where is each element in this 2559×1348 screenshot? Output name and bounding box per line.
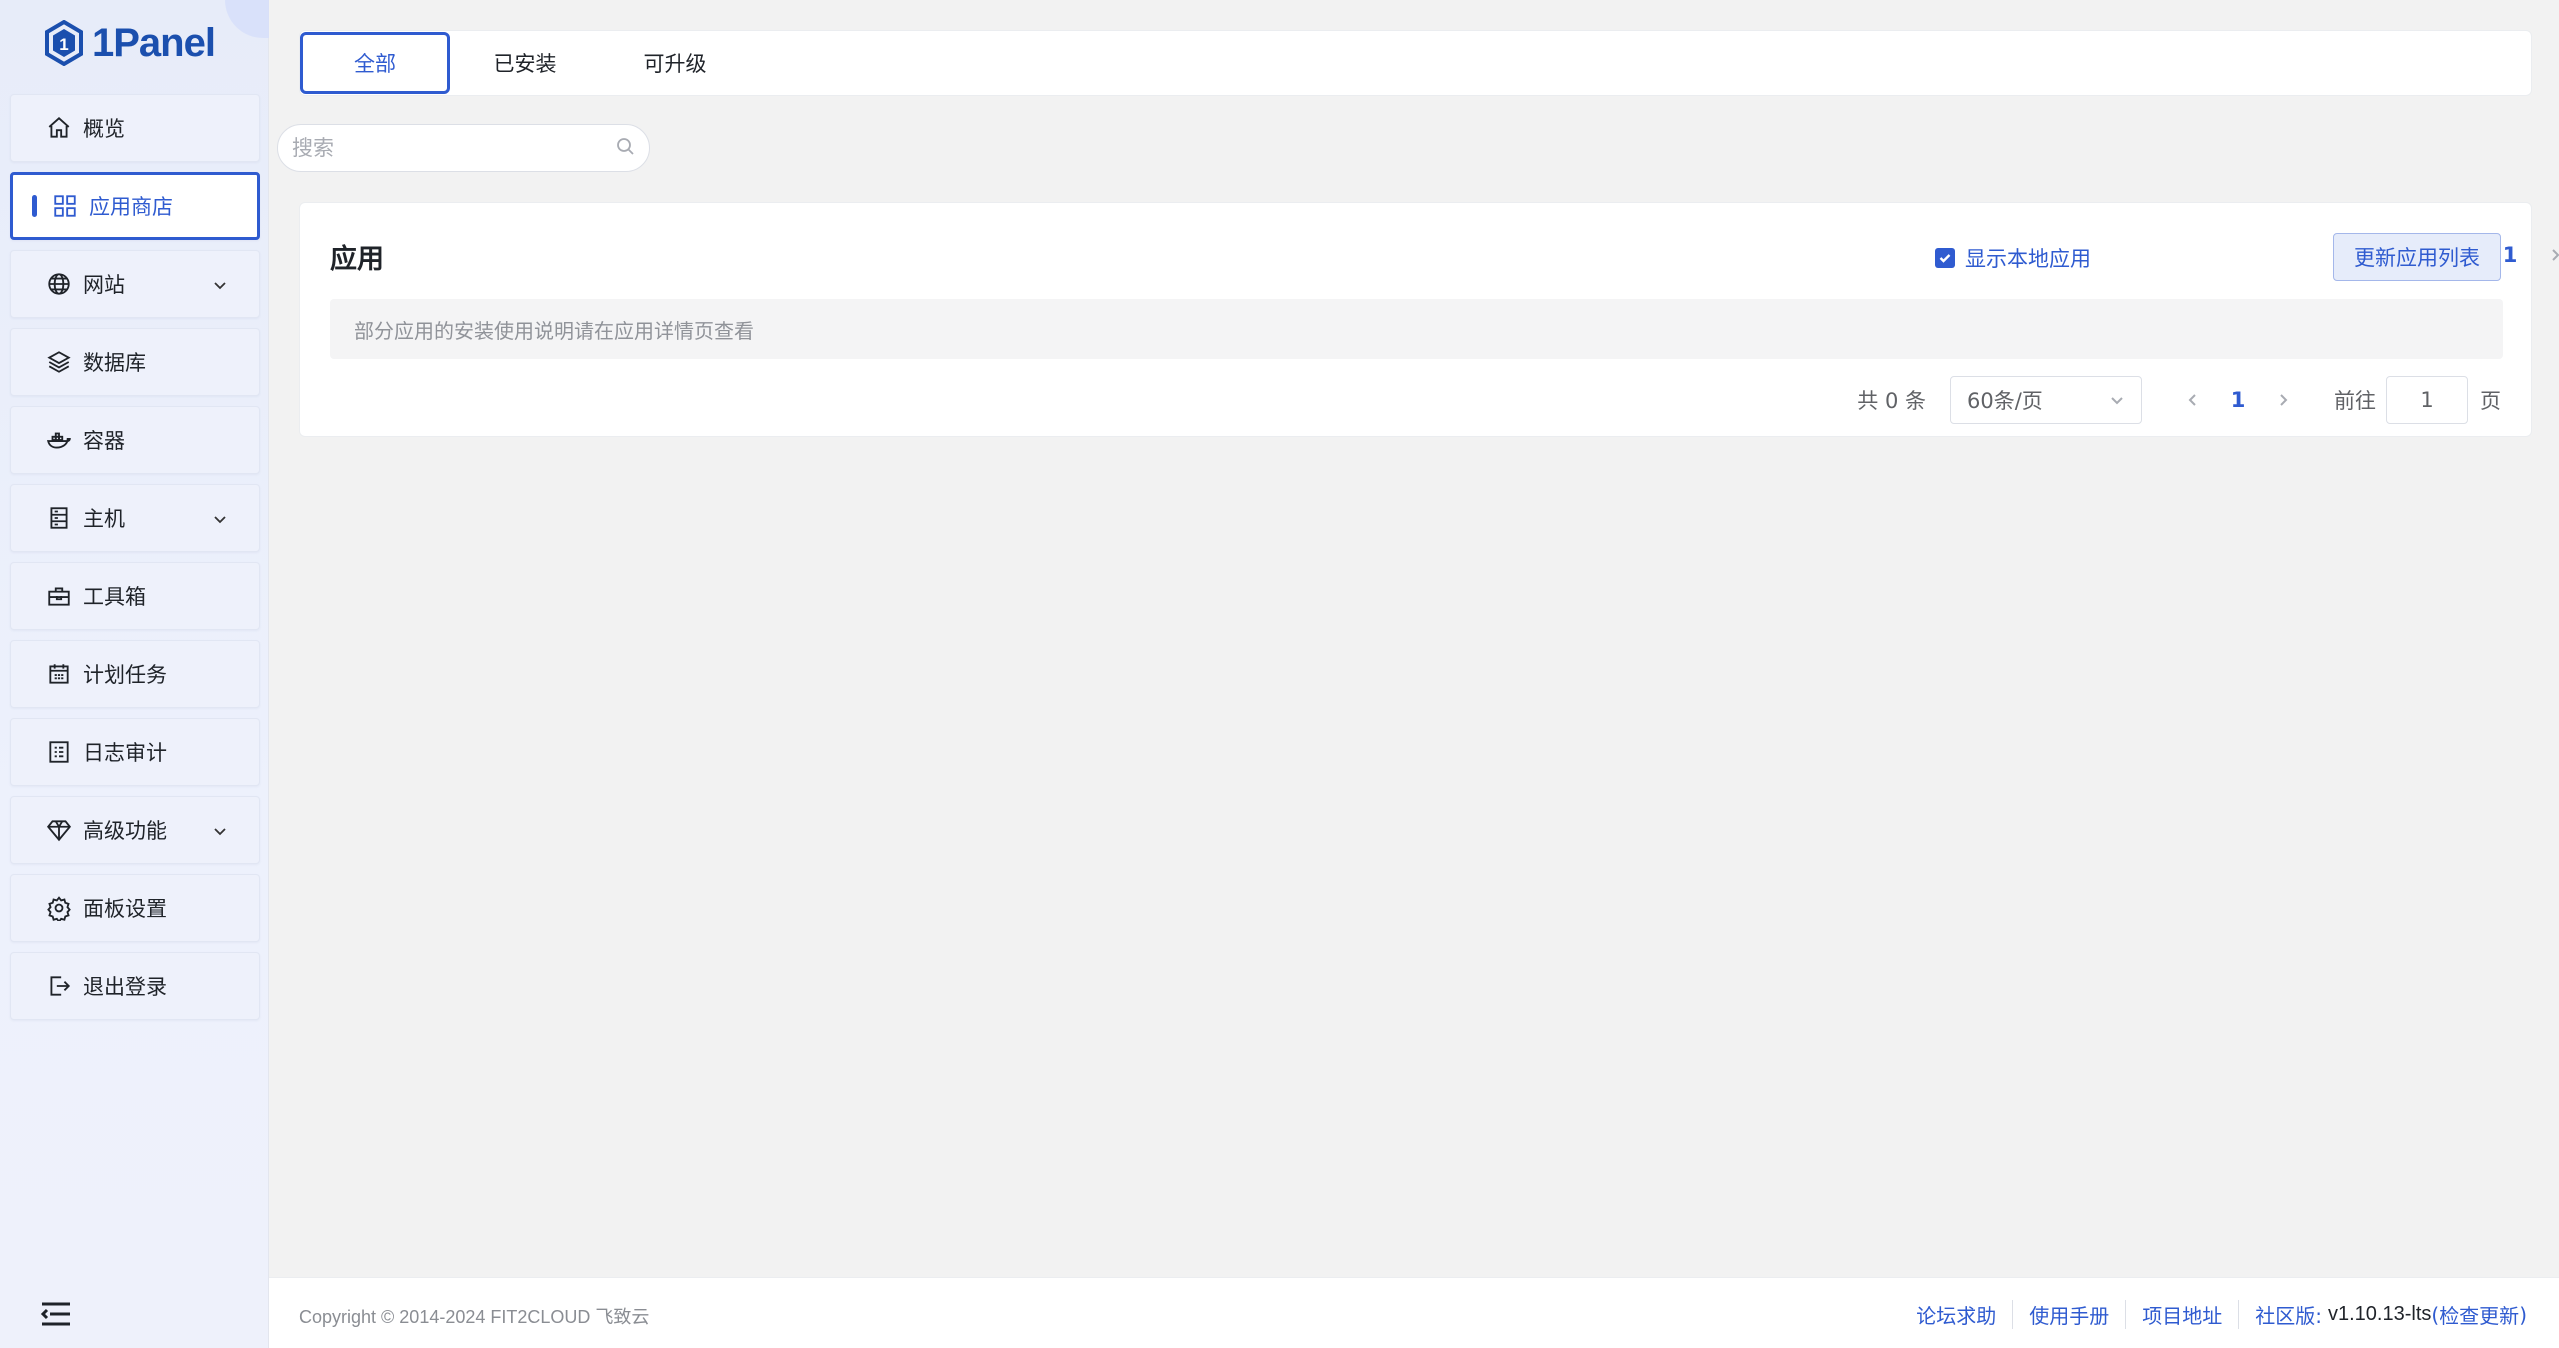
sidebar-item-container[interactable]: 容器 bbox=[10, 406, 260, 474]
sidebar-item-app-store[interactable]: 应用商店 bbox=[10, 172, 260, 240]
search-input[interactable] bbox=[292, 136, 615, 160]
logo-hexagon-icon: 1 bbox=[45, 20, 83, 66]
search-icon[interactable] bbox=[615, 136, 635, 160]
next-page-icon[interactable] bbox=[2268, 385, 2298, 415]
version-text: v1.10.13-lts bbox=[2327, 1303, 2432, 1325]
calendar-icon bbox=[45, 660, 73, 688]
prev-page-icon[interactable] bbox=[2178, 385, 2208, 415]
install-notice: 部分应用的安装使用说明请在应用详情页查看 bbox=[330, 299, 2503, 359]
globe-icon bbox=[45, 270, 73, 298]
sidebar-item-label: 数据库 bbox=[83, 351, 146, 375]
sidebar-item-toolbox[interactable]: 工具箱 bbox=[10, 562, 260, 630]
logout-icon bbox=[45, 972, 73, 1000]
user-manual-link[interactable]: 使用手册 bbox=[2013, 1300, 2127, 1329]
page-nav: 1 bbox=[2178, 385, 2298, 415]
show-local-apps-label: 显示本地应用 bbox=[1965, 247, 2091, 271]
project-url-link[interactable]: 项目地址 bbox=[2126, 1300, 2240, 1329]
sidebar-item-label: 计划任务 bbox=[83, 663, 167, 687]
sidebar-item-advanced[interactable]: 高级功能 bbox=[10, 796, 260, 864]
total-count: 共 0 条 bbox=[1857, 389, 1926, 413]
collapse-menu-icon[interactable] bbox=[40, 1300, 72, 1328]
copyright: Copyright © 2014-2024 FIT2CLOUD 飞致云 bbox=[299, 1307, 650, 1327]
svg-text:1: 1 bbox=[59, 35, 68, 54]
goto-page-input[interactable] bbox=[2386, 376, 2468, 424]
sidebar-item-label: 容器 bbox=[83, 429, 125, 453]
sidebar-item-cron-tasks[interactable]: 计划任务 bbox=[10, 640, 260, 708]
check-update-link[interactable]: 检查更新 bbox=[2439, 1300, 2519, 1329]
forum-help-link[interactable]: 论坛求助 bbox=[1900, 1300, 2014, 1329]
docker-icon bbox=[45, 426, 73, 454]
brand-logo[interactable]: 1 1Panel bbox=[44, 18, 216, 68]
gear-icon bbox=[45, 894, 73, 922]
sidebar-item-overview[interactable]: 概览 bbox=[10, 94, 260, 162]
sidebar: 1 1Panel 概览 应用商店 网站 数据库 容器 主机 工具箱 计划任务 日… bbox=[0, 0, 269, 1348]
toolbox-icon bbox=[45, 582, 73, 610]
sidebar-item-logout[interactable]: 退出登录 bbox=[10, 952, 260, 1020]
apps-card: 应用 显示本地应用 1 更新应用列表 部分应用的安装使用说明请在应用详情页查看 … bbox=[299, 202, 2559, 437]
server-icon bbox=[45, 504, 73, 532]
current-page[interactable]: 1 bbox=[2208, 388, 2268, 412]
page-suffix: 页 bbox=[2480, 389, 2501, 413]
card-title: 应用 bbox=[330, 244, 384, 275]
chevron-down-icon bbox=[211, 821, 229, 839]
footer-links: 论坛求助 使用手册 项目地址 社区版: v1.10.13-lts (检查更新) bbox=[1900, 1300, 2527, 1329]
tab-upgradable[interactable]: 可升级 bbox=[600, 32, 750, 94]
chevron-down-icon bbox=[2111, 397, 2123, 405]
sidebar-item-label: 网站 bbox=[83, 273, 125, 297]
sidebar-item-label: 高级功能 bbox=[83, 819, 167, 843]
sidebar-menu: 概览 应用商店 网站 数据库 容器 主机 工具箱 计划任务 日志审计 高级功能 … bbox=[10, 94, 260, 1030]
sidebar-item-host[interactable]: 主机 bbox=[10, 484, 260, 552]
show-local-apps-checkbox[interactable]: 显示本地应用 bbox=[1935, 243, 2091, 273]
sidebar-item-database[interactable]: 数据库 bbox=[10, 328, 260, 396]
bottom-pagination: 共 0 条 60条/页 1 前往 页 bbox=[1857, 375, 2501, 425]
edition-label: 社区版: bbox=[2255, 1304, 2322, 1328]
layers-icon bbox=[45, 348, 73, 376]
decorative-corner bbox=[225, 0, 269, 38]
log-icon bbox=[45, 738, 73, 766]
next-page-icon[interactable] bbox=[2540, 240, 2559, 270]
paren-open: ( bbox=[2431, 1302, 2440, 1327]
sidebar-item-label: 应用商店 bbox=[89, 195, 173, 219]
search-box bbox=[277, 124, 650, 172]
sidebar-item-website[interactable]: 网站 bbox=[10, 250, 260, 318]
page-size-value: 60条/页 bbox=[1967, 389, 2043, 413]
sidebar-item-label: 工具箱 bbox=[83, 585, 146, 609]
refresh-app-list-button[interactable]: 更新应用列表 bbox=[2333, 233, 2501, 281]
brand-name: 1Panel bbox=[92, 20, 216, 65]
tab-installed[interactable]: 已安装 bbox=[450, 32, 600, 94]
chevron-down-icon bbox=[211, 275, 229, 293]
paren-close: ) bbox=[2519, 1302, 2527, 1327]
app-filter-tabs: 全部 已安装 可升级 bbox=[299, 30, 2532, 96]
sidebar-item-panel-settings[interactable]: 面板设置 bbox=[10, 874, 260, 942]
sidebar-item-log-audit[interactable]: 日志审计 bbox=[10, 718, 260, 786]
sidebar-item-label: 主机 bbox=[83, 507, 125, 531]
page-size-select[interactable]: 60条/页 bbox=[1950, 376, 2142, 424]
active-indicator bbox=[32, 195, 37, 217]
tab-all[interactable]: 全部 bbox=[300, 32, 450, 94]
goto-label: 前往 bbox=[2334, 389, 2376, 413]
sidebar-item-label: 退出登录 bbox=[83, 975, 167, 999]
diamond-icon bbox=[45, 816, 73, 844]
footer: Copyright © 2014-2024 FIT2CLOUD 飞致云 论坛求助… bbox=[269, 1277, 2559, 1348]
sidebar-item-label: 概览 bbox=[83, 117, 125, 141]
chevron-down-icon bbox=[211, 509, 229, 527]
sidebar-item-label: 面板设置 bbox=[83, 897, 167, 921]
home-icon bbox=[45, 114, 73, 142]
sidebar-item-label: 日志审计 bbox=[83, 741, 167, 765]
checkbox-checked-icon bbox=[1935, 248, 1955, 268]
apps-grid-icon bbox=[51, 192, 79, 220]
